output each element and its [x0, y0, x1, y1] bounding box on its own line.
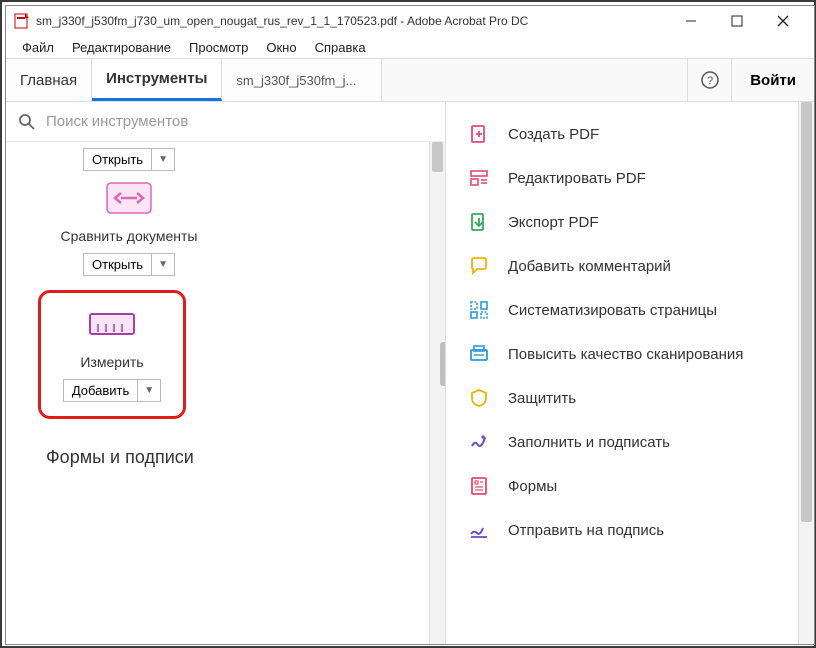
left-scrollbar[interactable] [429, 142, 445, 644]
right-scrollbar[interactable] [798, 102, 814, 644]
right-item-export-pdf[interactable]: Экспорт PDF [446, 200, 814, 244]
right-item-label: Повысить качество сканирования [508, 346, 814, 363]
right-item-label: Создать PDF [508, 126, 814, 143]
right-item-create-pdf[interactable]: Создать PDF [446, 112, 814, 156]
close-button[interactable] [760, 6, 806, 36]
tool-card-measure[interactable]: Измерить Добавить ▼ [47, 303, 177, 402]
right-panel: Создать PDF Редактировать PDF Экспорт PD… [446, 102, 814, 644]
right-item-label: Отправить на подпись [508, 522, 814, 539]
tool-search-input[interactable] [40, 109, 433, 134]
tool-card-compare[interactable]: Сравнить документы Открыть ▼ [54, 177, 204, 276]
right-item-label: Формы [508, 478, 814, 495]
help-button[interactable]: ? [687, 59, 731, 101]
scrollbar-thumb[interactable] [801, 102, 812, 522]
right-item-label: Добавить комментарий [508, 258, 814, 275]
tools-panel: Открыть ▼ Сравнить документы Открыть ▼ [6, 102, 446, 644]
pane-resize-grip[interactable] [440, 342, 445, 386]
comment-icon [468, 255, 490, 277]
send-sign-icon [468, 519, 490, 541]
sign-icon [468, 431, 490, 453]
right-item-forms[interactable]: Формы [446, 464, 814, 508]
menu-file[interactable]: Файл [16, 38, 60, 57]
tool-measure-btn-label: Добавить [64, 380, 138, 401]
menu-window[interactable]: Окно [260, 38, 302, 57]
tool-search-row [6, 102, 445, 142]
menubar: Файл Редактирование Просмотр Окно Справк… [6, 36, 814, 58]
login-button[interactable]: Войти [731, 59, 814, 101]
export-pdf-icon [468, 211, 490, 233]
right-item-label: Экспорт PDF [508, 214, 814, 231]
ruler-icon [84, 303, 140, 345]
organize-icon [468, 299, 490, 321]
tool-measure-dropdown[interactable]: Добавить ▼ [63, 379, 161, 402]
tools-area: Открыть ▼ Сравнить документы Открыть ▼ [6, 142, 445, 644]
tool-card-measure-highlighted: Измерить Добавить ▼ [38, 290, 186, 419]
right-item-scan[interactable]: Повысить качество сканирования [446, 332, 814, 376]
menu-edit[interactable]: Редактирование [66, 38, 177, 57]
tool-open-dropdown[interactable]: Открыть ▼ [83, 148, 175, 171]
tool-card-prev: Открыть ▼ [54, 148, 204, 171]
tab-document[interactable]: sm_j330f_j530fm_j... [222, 59, 382, 101]
tool-open-label: Открыть [84, 149, 152, 170]
right-item-label: Систематизировать страницы [508, 302, 814, 319]
create-pdf-icon [468, 123, 490, 145]
chevron-down-icon: ▼ [152, 256, 174, 273]
help-icon: ? [700, 70, 720, 90]
right-item-label: Защитить [508, 390, 814, 407]
pdf-app-icon [14, 13, 30, 29]
forms-icon [468, 475, 490, 497]
menu-help[interactable]: Справка [309, 38, 372, 57]
compare-icon [101, 177, 157, 219]
tool-compare-btn-label: Открыть [84, 254, 152, 275]
scan-icon [468, 343, 490, 365]
chevron-down-icon: ▼ [152, 151, 174, 168]
window-title: sm_j330f_j530fm_j730_um_open_nougat_rus_… [36, 14, 668, 28]
shield-icon [468, 387, 490, 409]
tab-spacer [382, 59, 687, 101]
scrollbar-thumb[interactable] [432, 142, 443, 172]
right-item-fill-sign[interactable]: Заполнить и подписать [446, 420, 814, 464]
right-item-comment[interactable]: Добавить комментарий [446, 244, 814, 288]
search-icon [18, 113, 40, 131]
right-item-edit-pdf[interactable]: Редактировать PDF [446, 156, 814, 200]
right-item-label: Редактировать PDF [508, 170, 814, 187]
titlebar: sm_j330f_j530fm_j730_um_open_nougat_rus_… [6, 6, 814, 36]
tab-home[interactable]: Главная [6, 59, 92, 101]
tool-compare-dropdown[interactable]: Открыть ▼ [83, 253, 175, 276]
right-item-send-sign[interactable]: Отправить на подпись [446, 508, 814, 552]
tool-measure-label: Измерить [47, 353, 177, 371]
tool-compare-label: Сравнить документы [54, 227, 204, 245]
right-item-label: Заполнить и подписать [508, 434, 814, 451]
edit-pdf-icon [468, 167, 490, 189]
menu-view[interactable]: Просмотр [183, 38, 254, 57]
minimize-button[interactable] [668, 6, 714, 36]
tab-tools[interactable]: Инструменты [92, 59, 222, 101]
right-item-organize[interactable]: Систематизировать страницы [446, 288, 814, 332]
maximize-button[interactable] [714, 6, 760, 36]
chevron-down-icon: ▼ [138, 382, 160, 399]
tabbar: Главная Инструменты sm_j330f_j530fm_j...… [6, 58, 814, 102]
right-item-protect[interactable]: Защитить [446, 376, 814, 420]
section-title: Формы и подписи [6, 437, 445, 468]
svg-text:?: ? [707, 75, 713, 87]
